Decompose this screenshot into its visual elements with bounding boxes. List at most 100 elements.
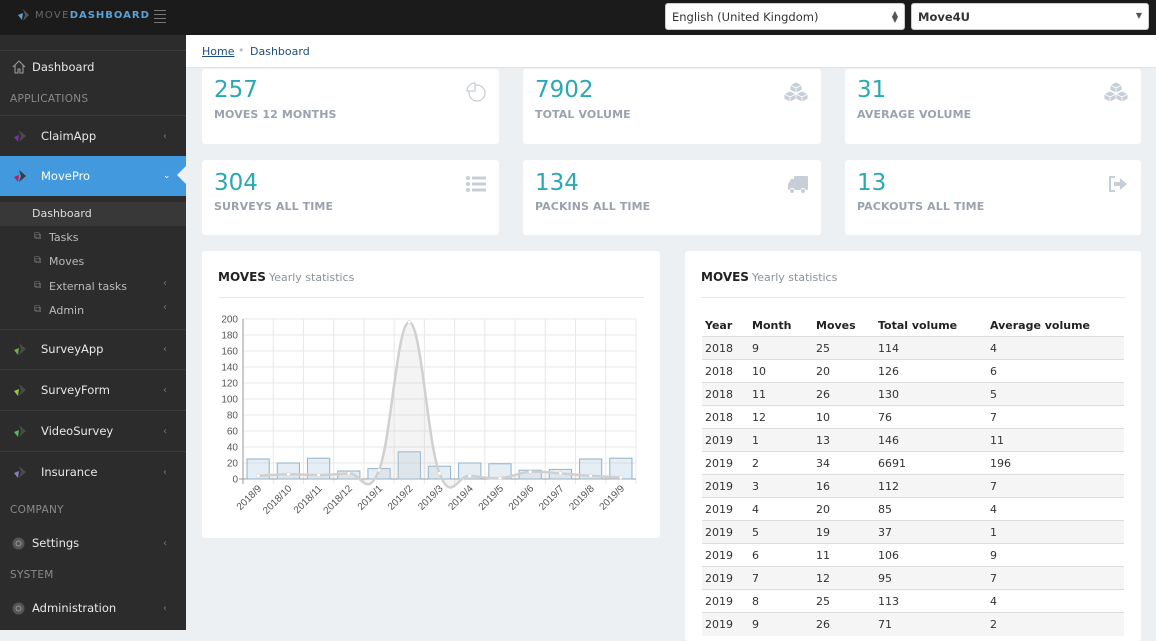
sidebar-item-surveyform[interactable]: SurveyForm ‹ (0, 370, 186, 410)
sidebar-item-surveyapp[interactable]: SurveyApp ‹ (0, 329, 186, 369)
logo-text-move: MOVE (35, 9, 70, 21)
point-average-volume (467, 473, 472, 478)
stat-label: TOTAL VOLUME (535, 108, 631, 121)
x-tick-label: 2018/12 (322, 483, 356, 517)
cell-average-volume: 2 (987, 612, 1124, 636)
section-applications: APPLICATIONS (10, 93, 89, 105)
logo-icon (18, 9, 29, 21)
stat-label: AVERAGE VOLUME (857, 108, 972, 121)
sidebar-item-dashboard[interactable]: Dashboard (0, 57, 186, 77)
cell-moves: 25 (813, 336, 875, 360)
point-average-volume (346, 471, 351, 476)
logo[interactable]: MOVE DASHBOARD (17, 9, 150, 21)
copy-icon: ⧉ (34, 255, 42, 266)
cell-moves: 19 (813, 520, 875, 544)
stat-value: 134 (535, 170, 579, 196)
chevron-left-icon: ‹ (163, 302, 167, 313)
subitem-label: Moves (49, 255, 85, 268)
subitem-label: External tasks (49, 280, 128, 293)
breadcrumb-home-link[interactable]: Home (202, 45, 234, 58)
cell-year: 2019 (702, 566, 749, 590)
sidebar-subitem-moves[interactable]: ⧉ Moves (0, 250, 186, 274)
x-tick-label: 2019/5 (477, 483, 507, 513)
moves-table-panel: MOVES Yearly statistics Year Month Moves … (685, 251, 1141, 641)
chevron-left-icon: ‹ (163, 466, 167, 478)
cell-moves: 13 (813, 428, 875, 452)
y-tick-label: 180 (221, 331, 238, 342)
y-tick-label: 80 (227, 411, 239, 422)
table-row: 2019 9 26 71 2 (702, 612, 1124, 636)
point-average-volume (618, 475, 623, 480)
stat-value: 31 (857, 77, 887, 103)
sidebar-item-insurance[interactable]: Insurance ‹ (0, 452, 186, 492)
cell-year: 2019 (702, 474, 749, 498)
cell-average-volume: 4 (987, 497, 1124, 521)
column-header-average-volume: Average volume (990, 319, 1091, 332)
cell-year: 2019 (702, 520, 749, 544)
cell-year: 2019 (702, 589, 749, 613)
stat-label: SURVEYS ALL TIME (214, 200, 334, 213)
sidebar-item-videosurvey[interactable]: VideoSurvey ‹ (0, 411, 186, 451)
moves-table: Year Month Moves Total volume Average vo… (702, 316, 1124, 636)
table-row: 2018 12 10 76 7 (702, 405, 1124, 429)
x-tick-label: 2018/11 (292, 483, 325, 516)
point-average-volume (286, 472, 291, 477)
subitem-label: Dashboard (32, 207, 92, 220)
cell-year: 2018 (702, 382, 749, 406)
cell-year: 2019 (702, 497, 749, 521)
y-tick-label: 60 (227, 427, 239, 438)
sidebar-subitem-dashboard[interactable]: Dashboard (0, 202, 186, 226)
cell-month: 11 (749, 382, 813, 406)
sidebar-subitem-admin[interactable]: ⧉ Admin ‹ (0, 299, 186, 323)
panel-title-text: MOVES (701, 270, 749, 284)
cell-total-volume: 126 (875, 359, 987, 383)
cell-month: 10 (749, 359, 813, 383)
table-row: 2019 5 19 37 1 (702, 520, 1124, 544)
app-logo-icon (14, 384, 26, 396)
table-row: 2019 2 34 6691 196 (702, 451, 1124, 475)
table-row: 2019 3 16 112 7 (702, 474, 1124, 498)
top-bar: MOVE DASHBOARD English (United Kingdom) ▲… (0, 0, 1156, 35)
y-tick-label: 120 (221, 379, 238, 390)
column-header-year: Year (705, 319, 733, 332)
cell-total-volume: 146 (875, 428, 987, 452)
moves-chart: 0 20 40 60 80 100 120 140 160 180 200 2018/92018/10… (221, 315, 637, 517)
cell-average-volume: 1 (987, 520, 1124, 544)
cubes-icon (783, 81, 809, 103)
sidebar-item-claimapp[interactable]: ClaimApp ‹ (0, 116, 186, 156)
chevron-left-icon: ‹ (163, 425, 167, 437)
table-row: 2019 1 13 146 11 (702, 428, 1124, 452)
sidebar: Dashboard APPLICATIONS ClaimApp ‹ MovePr… (0, 35, 186, 630)
cell-moves: 26 (813, 382, 875, 406)
sidebar-item-label: MovePro (41, 169, 91, 183)
sidebar-item-label: SurveyApp (41, 342, 104, 356)
stat-label: PACKINS ALL TIME (535, 200, 651, 213)
copy-icon: ⧉ (34, 280, 42, 291)
cell-year: 2019 (702, 543, 749, 567)
cell-month: 9 (749, 336, 813, 360)
cell-month: 8 (749, 589, 813, 613)
cell-year: 2019 (702, 428, 749, 452)
x-tick-label: 2019/8 (567, 483, 597, 513)
sidebar-subitem-external-tasks[interactable]: ⧉ External tasks ‹ (0, 275, 186, 299)
hamburger-menu-icon[interactable] (154, 10, 166, 23)
sidebar-item-settings[interactable]: Settings ‹ (0, 533, 186, 553)
stat-card-surveys-all-time: 304 SURVEYS ALL TIME (202, 160, 499, 235)
x-tick-label: 2019/6 (507, 483, 537, 513)
company-select[interactable]: Move4U ▼ (911, 3, 1149, 30)
table-row: 2018 10 20 126 6 (702, 359, 1124, 383)
company-select-value: Move4U (918, 9, 970, 24)
chevron-left-icon: ‹ (163, 384, 167, 396)
cell-month: 1 (749, 428, 813, 452)
sidebar-subitem-tasks[interactable]: ⧉ Tasks (0, 226, 186, 250)
stat-card-average-volume: 31 AVERAGE VOLUME (845, 69, 1141, 144)
cell-total-volume: 106 (875, 543, 987, 567)
cell-month: 6 (749, 543, 813, 567)
chevron-left-icon: ‹ (163, 602, 167, 614)
sidebar-item-movepro[interactable]: MovePro ⌄ (0, 156, 186, 196)
sidebar-item-label: VideoSurvey (41, 424, 114, 438)
copy-icon: ⧉ (34, 231, 42, 242)
sidebar-item-administration[interactable]: Administration ‹ (0, 598, 186, 618)
y-tick-label: 20 (227, 459, 239, 470)
language-select[interactable]: English (United Kingdom) ▲ ▼ (665, 3, 905, 30)
